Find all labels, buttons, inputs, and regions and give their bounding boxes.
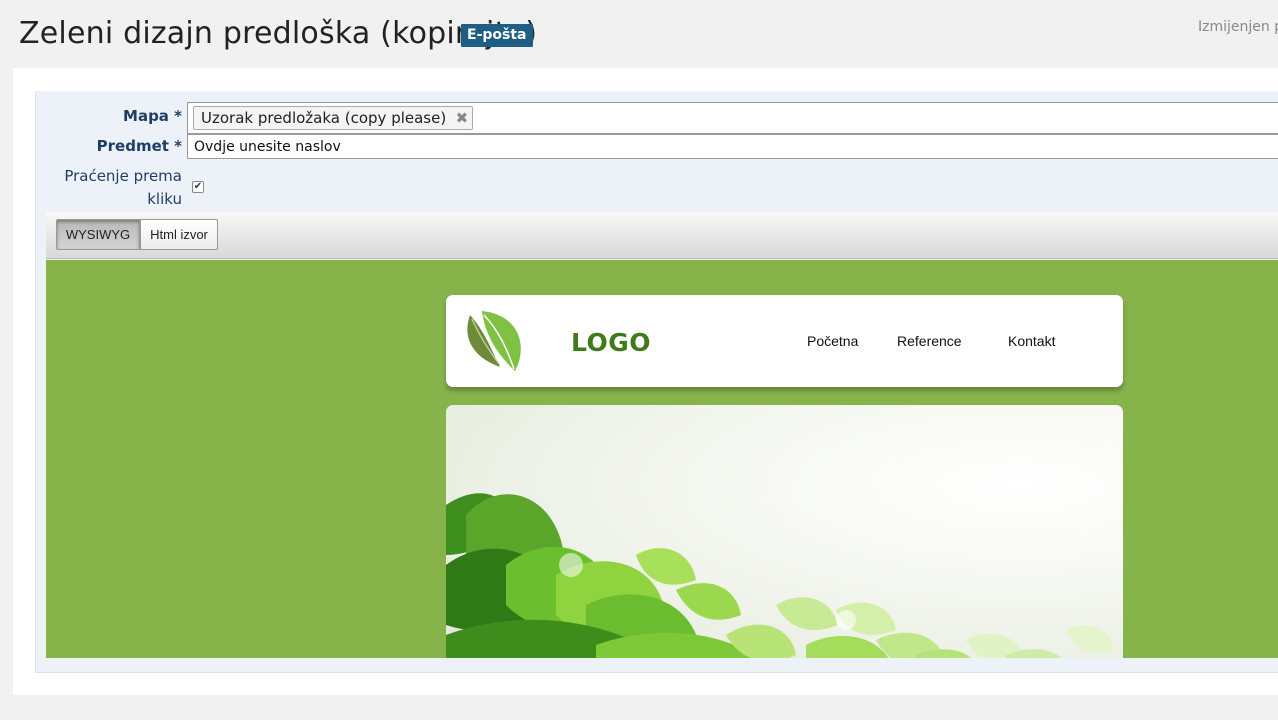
leaves-illustration	[446, 493, 1114, 658]
type-badge: E-pošta	[461, 24, 533, 47]
predmet-label: Predmet *	[96, 137, 182, 155]
wysiwyg-button[interactable]: WYSIWYG	[56, 219, 140, 250]
leaf-logo-icon	[467, 311, 521, 371]
modified-info: Izmijenjen pr	[1198, 19, 1278, 35]
template-header: LOGO Početna Reference Kontakt	[446, 295, 1123, 387]
template-nav-reference[interactable]: Reference	[897, 333, 962, 349]
template-hero-image	[446, 405, 1123, 658]
click-tracking-checkbox[interactable]: ✔	[192, 181, 204, 193]
predmet-field[interactable]: Ovdje unesite naslov	[187, 134, 1278, 159]
template-nav-kontakt[interactable]: Kontakt	[1008, 333, 1055, 349]
page-title: Zeleni dizajn predloška (kopirajte)	[19, 16, 538, 51]
click-tracking-label-line1: Praćenje prema	[64, 167, 182, 185]
mapa-field[interactable]: Uzorak predložaka (copy please) ✖	[187, 102, 1278, 134]
editor-toolbar	[46, 212, 1278, 259]
template-nav-pocetna[interactable]: Početna	[807, 333, 858, 349]
click-tracking-label-line2: kliku	[147, 190, 182, 208]
mapa-label: Mapa *	[123, 107, 182, 125]
template-logo-text: LOGO	[571, 328, 652, 357]
mapa-tag-label: Uzorak predložaka (copy please)	[201, 109, 447, 127]
mapa-tag: Uzorak predložaka (copy please) ✖	[193, 106, 474, 130]
editor-canvas[interactable]: LOGO Početna Reference Kontakt	[46, 260, 1278, 658]
close-icon[interactable]: ✖	[456, 107, 469, 129]
predmet-value: Ovdje unesite naslov	[194, 139, 341, 155]
html-source-button[interactable]: Html izvor	[140, 219, 218, 250]
click-tracking-label: Praćenje prema kliku	[50, 165, 182, 211]
